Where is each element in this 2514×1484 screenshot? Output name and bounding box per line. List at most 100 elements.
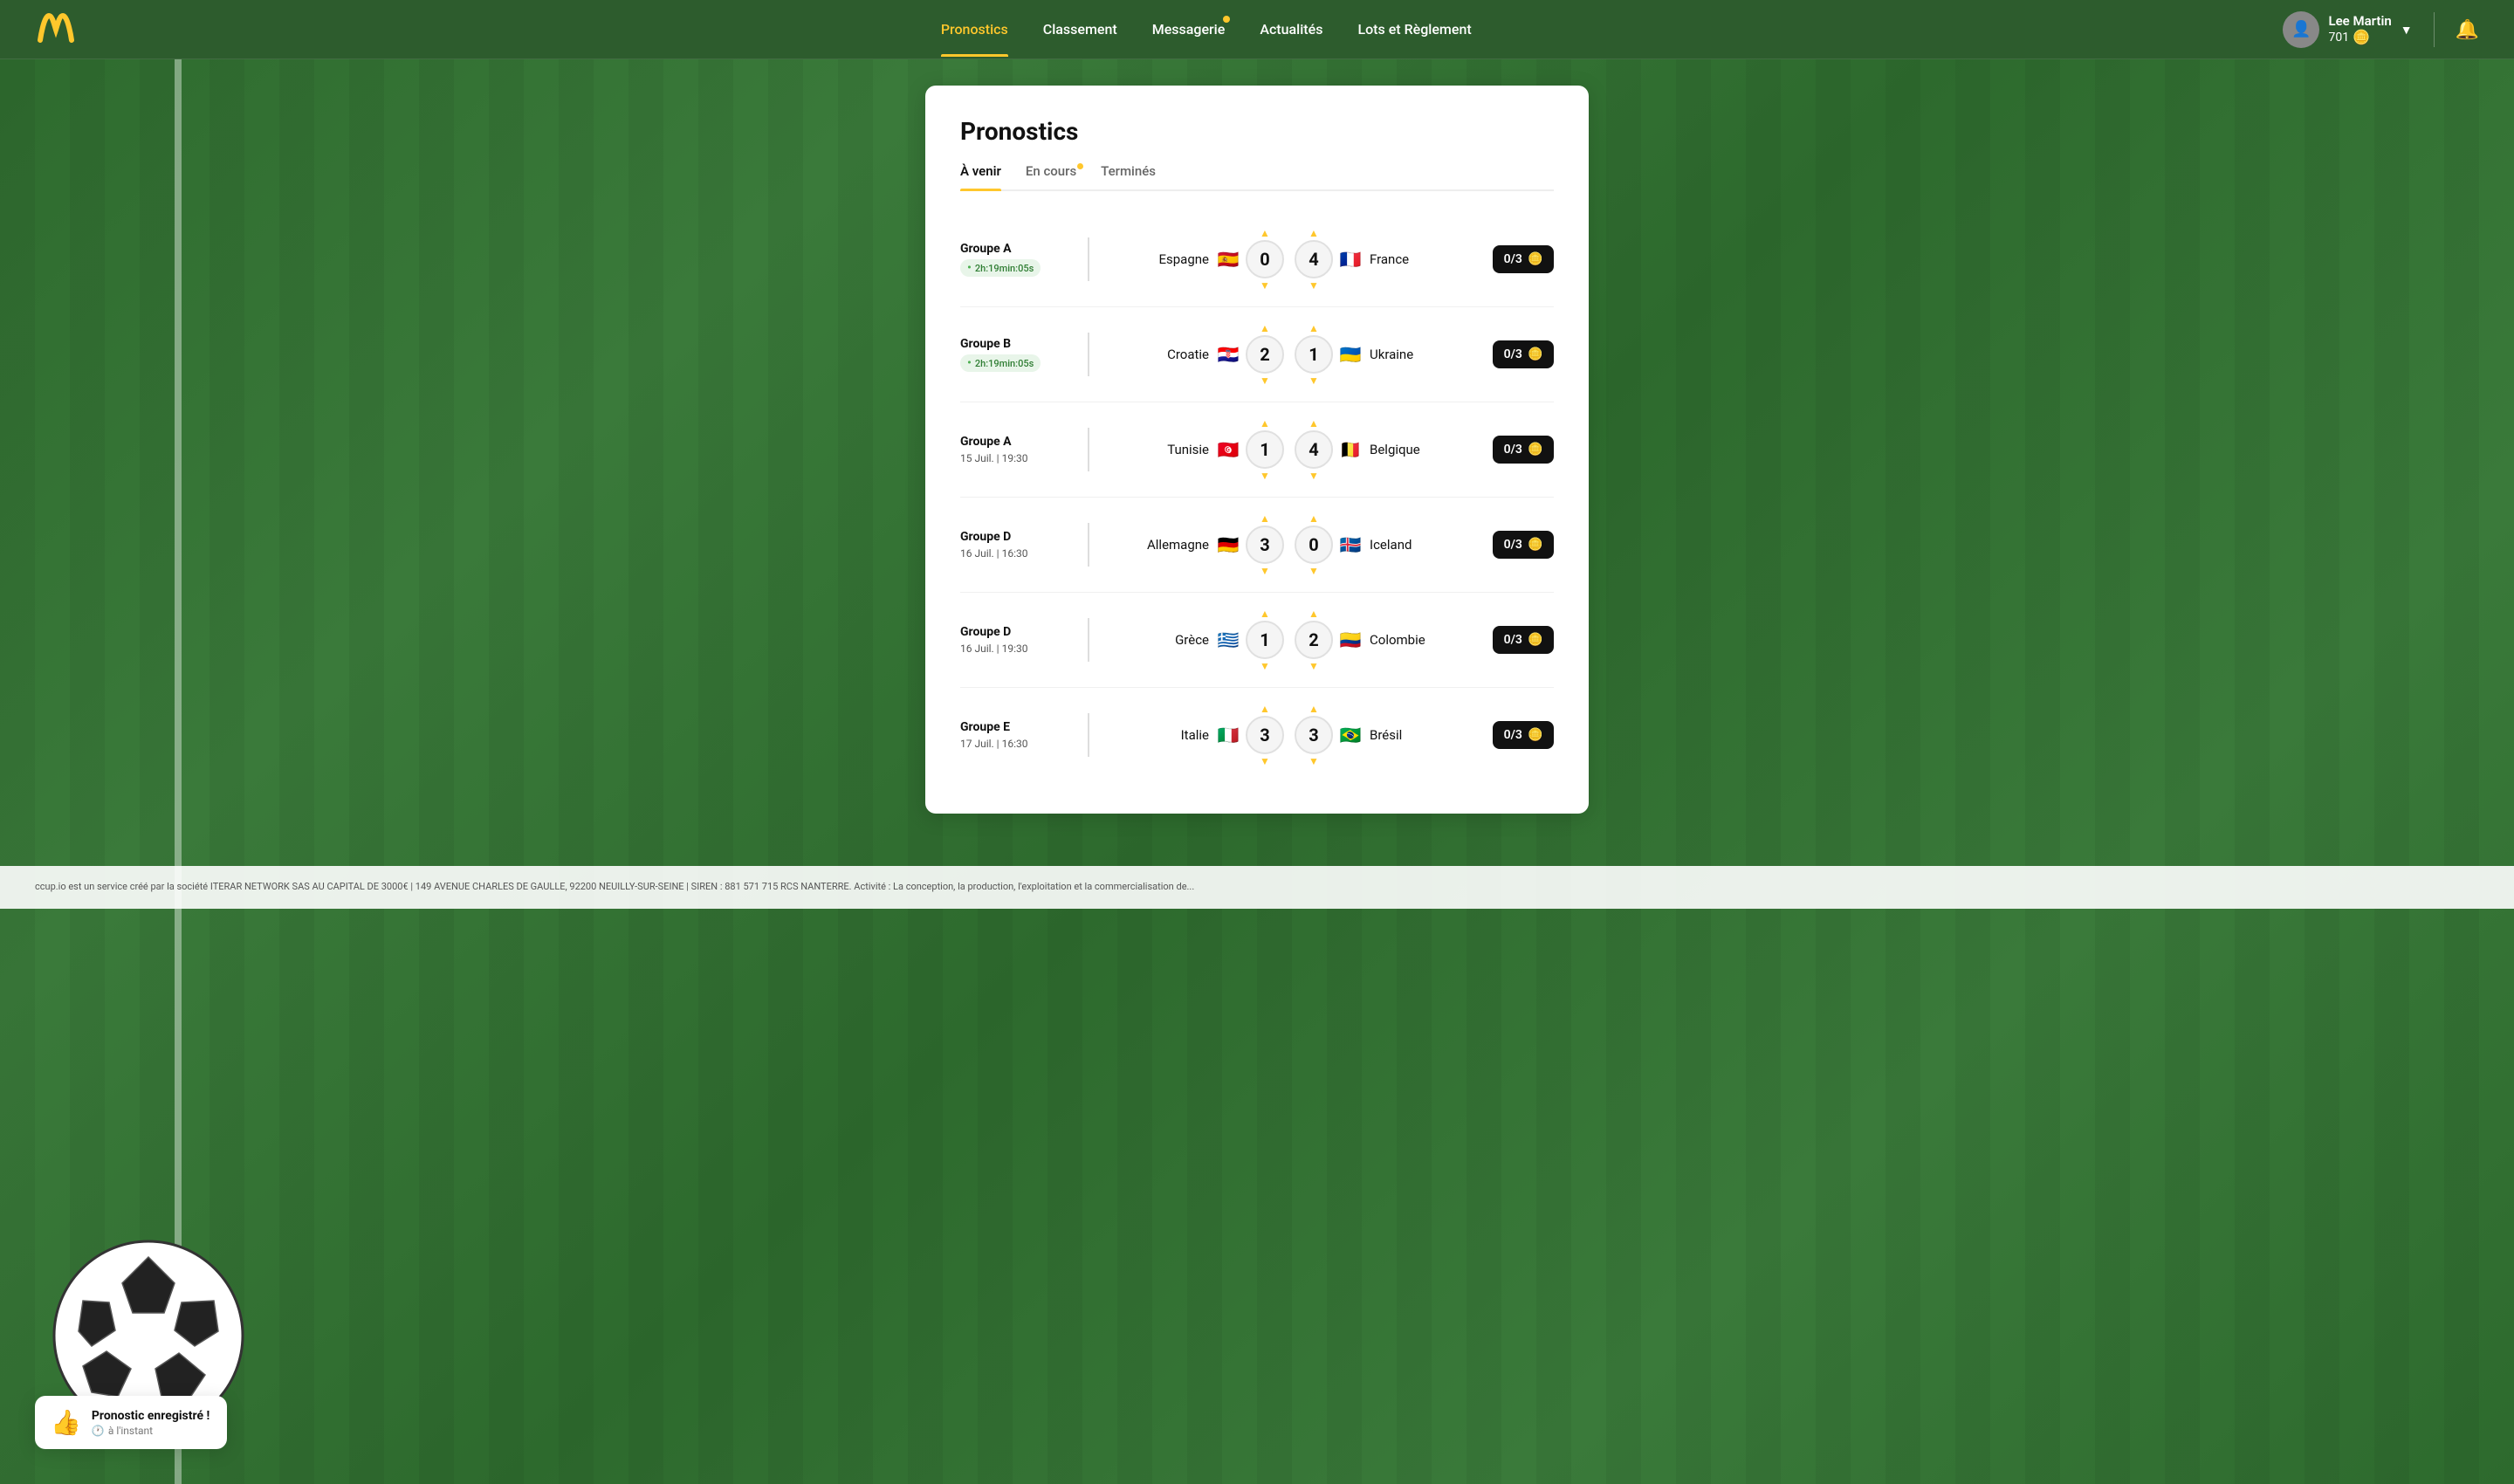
nav-classement[interactable]: Classement xyxy=(1043,2,1117,57)
toast-content: Pronostic enregistré ! 🕐 à l'instant xyxy=(92,1409,210,1437)
nav-links: Pronostics Classement Messagerie Actuali… xyxy=(129,2,2283,57)
away-score-box[interactable]: ▲ 4 ▼ xyxy=(1295,228,1333,291)
away-flag: 🇧🇷 xyxy=(1338,726,1363,744)
pronostics-card: Pronostics À venir En cours Terminés Gro… xyxy=(925,86,1589,814)
home-flag: 🇬🇷 xyxy=(1216,631,1240,649)
points-badge: 0/3 🪙 xyxy=(1493,626,1554,654)
score-arrow-up: ▲ xyxy=(1260,513,1270,524)
team-away: 🇫🇷 France xyxy=(1338,251,1475,268)
points-text: 0/3 xyxy=(1504,347,1522,361)
team-home: Espagne 🇪🇸 xyxy=(1103,251,1240,268)
score-arrow-up: ▲ xyxy=(1309,513,1319,524)
match-time: 16 Juil. | 16:30 xyxy=(960,547,1027,560)
away-score-box[interactable]: ▲ 2 ▼ xyxy=(1295,608,1333,671)
nav-lots[interactable]: Lots et Règlement xyxy=(1357,2,1471,57)
score-arrow-down: ▼ xyxy=(1309,661,1319,671)
away-flag: 🇧🇪 xyxy=(1338,441,1363,458)
away-flag: 🇨🇴 xyxy=(1338,631,1363,649)
nav-right: 👤 Lee Martin 701 🪙 ▼ 🔔 xyxy=(2283,11,2479,48)
team-away: 🇨🇴 Colombie xyxy=(1338,631,1475,649)
match-time: 15 Juil. | 19:30 xyxy=(960,452,1027,464)
home-score: 3 xyxy=(1246,716,1284,754)
away-flag: 🇫🇷 xyxy=(1338,251,1363,268)
away-team-name: Iceland xyxy=(1370,537,1412,553)
away-score-box[interactable]: ▲ 3 ▼ xyxy=(1295,704,1333,766)
away-flag: 🇮🇸 xyxy=(1338,536,1363,553)
score-arrow-up: ▲ xyxy=(1309,608,1319,619)
score-arrow-down: ▼ xyxy=(1309,280,1319,291)
away-team-name: Brésil xyxy=(1370,727,1402,743)
team-home: Croatie 🇭🇷 xyxy=(1103,346,1240,363)
away-score-box[interactable]: ▲ 4 ▼ xyxy=(1295,418,1333,481)
nav-messagerie[interactable]: Messagerie xyxy=(1152,2,1226,57)
score-arrow-up: ▲ xyxy=(1260,418,1270,429)
away-score-box[interactable]: ▲ 0 ▼ xyxy=(1295,513,1333,576)
points-coin-icon: 🪙 xyxy=(1528,633,1542,647)
match-row: Groupe A 2h:19min:05s Espagne 🇪🇸 ▲ 0 ▼ ▲… xyxy=(960,212,1554,307)
points-coin-icon: 🪙 xyxy=(1528,728,1542,742)
match-time: 16 Juil. | 19:30 xyxy=(960,642,1027,655)
team-home: Allemagne 🇩🇪 xyxy=(1103,536,1240,553)
footer-text: ccup.io est un service créé par la socié… xyxy=(35,881,1194,892)
points-coin-icon: 🪙 xyxy=(1528,538,1542,552)
logo[interactable] xyxy=(35,12,77,47)
group-name: Groupe D xyxy=(960,530,1074,544)
match-row: Groupe B 2h:19min:05s Croatie 🇭🇷 ▲ 2 ▼ ▲… xyxy=(960,307,1554,402)
points-text: 0/3 xyxy=(1504,538,1522,552)
home-score-box[interactable]: ▲ 3 ▼ xyxy=(1246,513,1284,576)
matches-list: Groupe A 2h:19min:05s Espagne 🇪🇸 ▲ 0 ▼ ▲… xyxy=(960,212,1554,782)
points-coin-icon: 🪙 xyxy=(1528,347,1542,361)
group-info: Groupe D 16 Juil. | 19:30 xyxy=(960,625,1074,656)
home-flag: 🇭🇷 xyxy=(1216,346,1240,363)
away-score: 4 xyxy=(1295,430,1333,469)
home-score-box[interactable]: ▲ 3 ▼ xyxy=(1246,704,1284,766)
home-score-box[interactable]: ▲ 1 ▼ xyxy=(1246,418,1284,481)
group-name: Groupe A xyxy=(960,435,1074,449)
home-team-name: Italie xyxy=(1181,727,1209,743)
score-arrow-up: ▲ xyxy=(1260,608,1270,619)
team-home: Grèce 🇬🇷 xyxy=(1103,631,1240,649)
home-team-name: Allemagne xyxy=(1147,537,1209,553)
away-score-box[interactable]: ▲ 1 ▼ xyxy=(1295,323,1333,386)
navigation: Pronostics Classement Messagerie Actuali… xyxy=(0,0,2514,59)
user-info[interactable]: 👤 Lee Martin 701 🪙 ▼ xyxy=(2283,11,2412,48)
match-row: Groupe A 15 Juil. | 19:30 Tunisie 🇹🇳 ▲ 1… xyxy=(960,402,1554,498)
user-coins: 701 🪙 xyxy=(2328,29,2391,45)
group-info: Groupe A 2h:19min:05s xyxy=(960,242,1074,277)
home-flag: 🇪🇸 xyxy=(1216,251,1240,268)
nav-pronostics[interactable]: Pronostics xyxy=(941,2,1008,57)
score-arrow-down: ▼ xyxy=(1260,566,1270,576)
tab-termines[interactable]: Terminés xyxy=(1101,163,1156,189)
points-text: 0/3 xyxy=(1504,633,1522,647)
match-time: 17 Juil. | 16:30 xyxy=(960,738,1027,750)
group-name: Groupe E xyxy=(960,720,1074,734)
group-info: Groupe D 16 Juil. | 16:30 xyxy=(960,530,1074,560)
home-score-box[interactable]: ▲ 1 ▼ xyxy=(1246,608,1284,671)
user-dropdown-button[interactable]: ▼ xyxy=(2401,23,2413,37)
match-teams: Italie 🇮🇹 ▲ 3 ▼ ▲ 3 ▼ 🇧🇷 Brésil xyxy=(1103,704,1475,766)
divider xyxy=(1088,333,1089,376)
team-home: Tunisie 🇹🇳 xyxy=(1103,441,1240,458)
toast-clock-icon: 🕐 xyxy=(92,1425,105,1437)
group-name: Groupe A xyxy=(960,242,1074,256)
page-title: Pronostics xyxy=(960,117,1554,146)
points-badge: 0/3 🪙 xyxy=(1493,721,1554,749)
notification-bell[interactable]: 🔔 xyxy=(2456,18,2479,41)
points-badge: 0/3 🪙 xyxy=(1493,531,1554,559)
tab-a-venir[interactable]: À venir xyxy=(960,163,1001,189)
home-team-name: Tunisie xyxy=(1167,442,1209,457)
group-name: Groupe D xyxy=(960,625,1074,639)
score-arrow-down: ▼ xyxy=(1260,756,1270,766)
user-name: Lee Martin xyxy=(2328,13,2391,29)
home-score-box[interactable]: ▲ 0 ▼ xyxy=(1246,228,1284,291)
score-arrow-up: ▲ xyxy=(1309,704,1319,714)
toast-subtitle: 🕐 à l'instant xyxy=(92,1425,210,1437)
group-info: Groupe E 17 Juil. | 16:30 xyxy=(960,720,1074,751)
tab-en-cours[interactable]: En cours xyxy=(1026,163,1076,189)
live-badge: 2h:19min:05s xyxy=(960,354,1041,372)
avatar: 👤 xyxy=(2283,11,2319,48)
points-badge: 0/3 🪙 xyxy=(1493,340,1554,368)
nav-actualites[interactable]: Actualités xyxy=(1260,2,1322,57)
match-row: Groupe D 16 Juil. | 19:30 Grèce 🇬🇷 ▲ 1 ▼… xyxy=(960,593,1554,688)
home-score-box[interactable]: ▲ 2 ▼ xyxy=(1246,323,1284,386)
